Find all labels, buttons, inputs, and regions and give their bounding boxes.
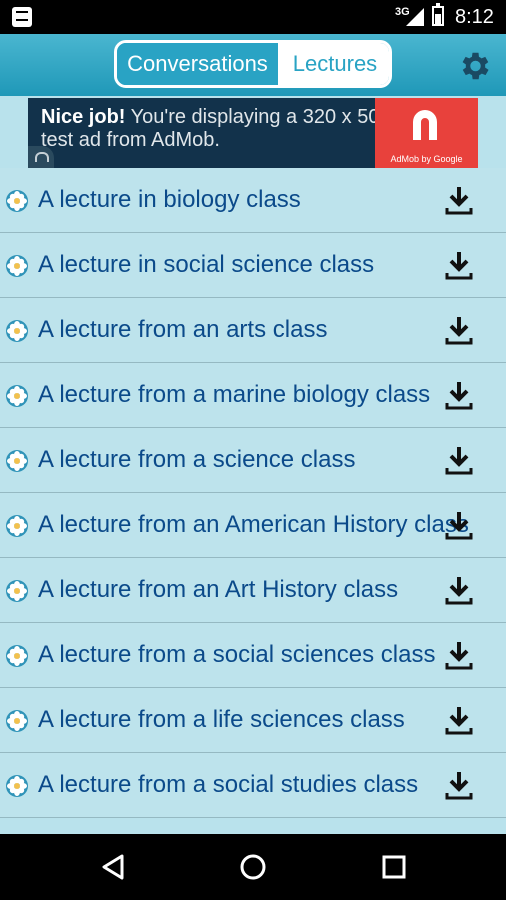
lecture-title: A lecture in social science class bbox=[38, 251, 375, 278]
flower-bullet-icon bbox=[6, 190, 28, 212]
admob-mark-icon bbox=[413, 110, 437, 140]
flower-bullet-icon bbox=[6, 385, 28, 407]
segmented-control: Conversations Lectures bbox=[114, 40, 392, 88]
status-bar: 3G 8:12 bbox=[0, 0, 506, 34]
lecture-row[interactable]: A lecture from a life sciences class bbox=[0, 688, 506, 753]
lecture-row[interactable]: A lecture in biology class bbox=[0, 168, 506, 233]
lecture-title: A lecture from an Art History class bbox=[38, 576, 399, 603]
gear-icon[interactable] bbox=[456, 48, 492, 84]
admob-brand: AdMob by Google bbox=[390, 154, 463, 164]
tab-lectures[interactable]: Lectures bbox=[281, 43, 389, 85]
download-icon[interactable] bbox=[443, 509, 475, 541]
flower-bullet-icon bbox=[6, 450, 28, 472]
download-icon[interactable] bbox=[443, 444, 475, 476]
lecture-list: A lecture in biology class A lecture in s… bbox=[0, 168, 506, 818]
signal-icon bbox=[406, 8, 424, 26]
lecture-row[interactable]: A lecture from a social sciences class bbox=[0, 623, 506, 688]
home-icon[interactable] bbox=[238, 852, 268, 882]
lecture-row[interactable]: A lecture from a social studies class bbox=[0, 753, 506, 818]
lecture-title: A lecture from an American History class bbox=[38, 511, 469, 538]
download-icon[interactable] bbox=[443, 184, 475, 216]
battery-icon bbox=[432, 3, 444, 26]
lecture-title: A lecture from a social studies class bbox=[38, 771, 419, 798]
navigation-bar bbox=[0, 834, 506, 900]
app-header: Conversations Lectures bbox=[0, 34, 506, 96]
lecture-row[interactable]: A lecture in social science class bbox=[0, 233, 506, 298]
download-icon[interactable] bbox=[443, 704, 475, 736]
lecture-title: A lecture from an arts class bbox=[38, 316, 328, 343]
download-icon[interactable] bbox=[443, 769, 475, 801]
lecture-title: A lecture from a life sciences class bbox=[38, 706, 405, 733]
download-icon[interactable] bbox=[443, 639, 475, 671]
flower-bullet-icon bbox=[6, 710, 28, 732]
recents-icon[interactable] bbox=[379, 852, 409, 882]
flower-bullet-icon bbox=[6, 580, 28, 602]
clock: 8:12 bbox=[455, 6, 494, 28]
ad-headline: Nice job! bbox=[41, 106, 126, 128]
download-icon[interactable] bbox=[443, 574, 475, 606]
lecture-row[interactable]: A lecture from a science class bbox=[0, 428, 506, 493]
lecture-title: A lecture in biology class bbox=[38, 186, 301, 213]
flower-bullet-icon bbox=[6, 775, 28, 797]
flower-bullet-icon bbox=[6, 255, 28, 277]
ad-text: Nice job! You're displaying a 320 x 50 t… bbox=[41, 106, 381, 152]
tab-conversations[interactable]: Conversations bbox=[117, 43, 281, 85]
flower-bullet-icon bbox=[6, 515, 28, 537]
back-icon[interactable] bbox=[98, 852, 128, 882]
download-icon[interactable] bbox=[443, 314, 475, 346]
download-icon[interactable] bbox=[443, 379, 475, 411]
ad-banner[interactable]: Nice job! You're displaying a 320 x 50 t… bbox=[28, 98, 478, 168]
lecture-title: A lecture from a social sciences class bbox=[38, 641, 436, 668]
lecture-title: A lecture from a science class bbox=[38, 446, 356, 473]
lecture-title: A lecture from a marine biology class bbox=[38, 381, 431, 408]
lecture-row[interactable]: A lecture from a marine biology class bbox=[0, 363, 506, 428]
lecture-row[interactable]: A lecture from an American History class bbox=[0, 493, 506, 558]
adchoices-icon[interactable] bbox=[28, 146, 54, 168]
download-icon[interactable] bbox=[443, 249, 475, 281]
flower-bullet-icon bbox=[6, 320, 28, 342]
lecture-row[interactable]: A lecture from an arts class bbox=[0, 298, 506, 363]
flower-bullet-icon bbox=[6, 645, 28, 667]
lecture-row[interactable]: A lecture from an Art History class bbox=[0, 558, 506, 623]
admob-logo: AdMob by Google bbox=[375, 98, 478, 168]
notification-icon bbox=[12, 7, 32, 27]
